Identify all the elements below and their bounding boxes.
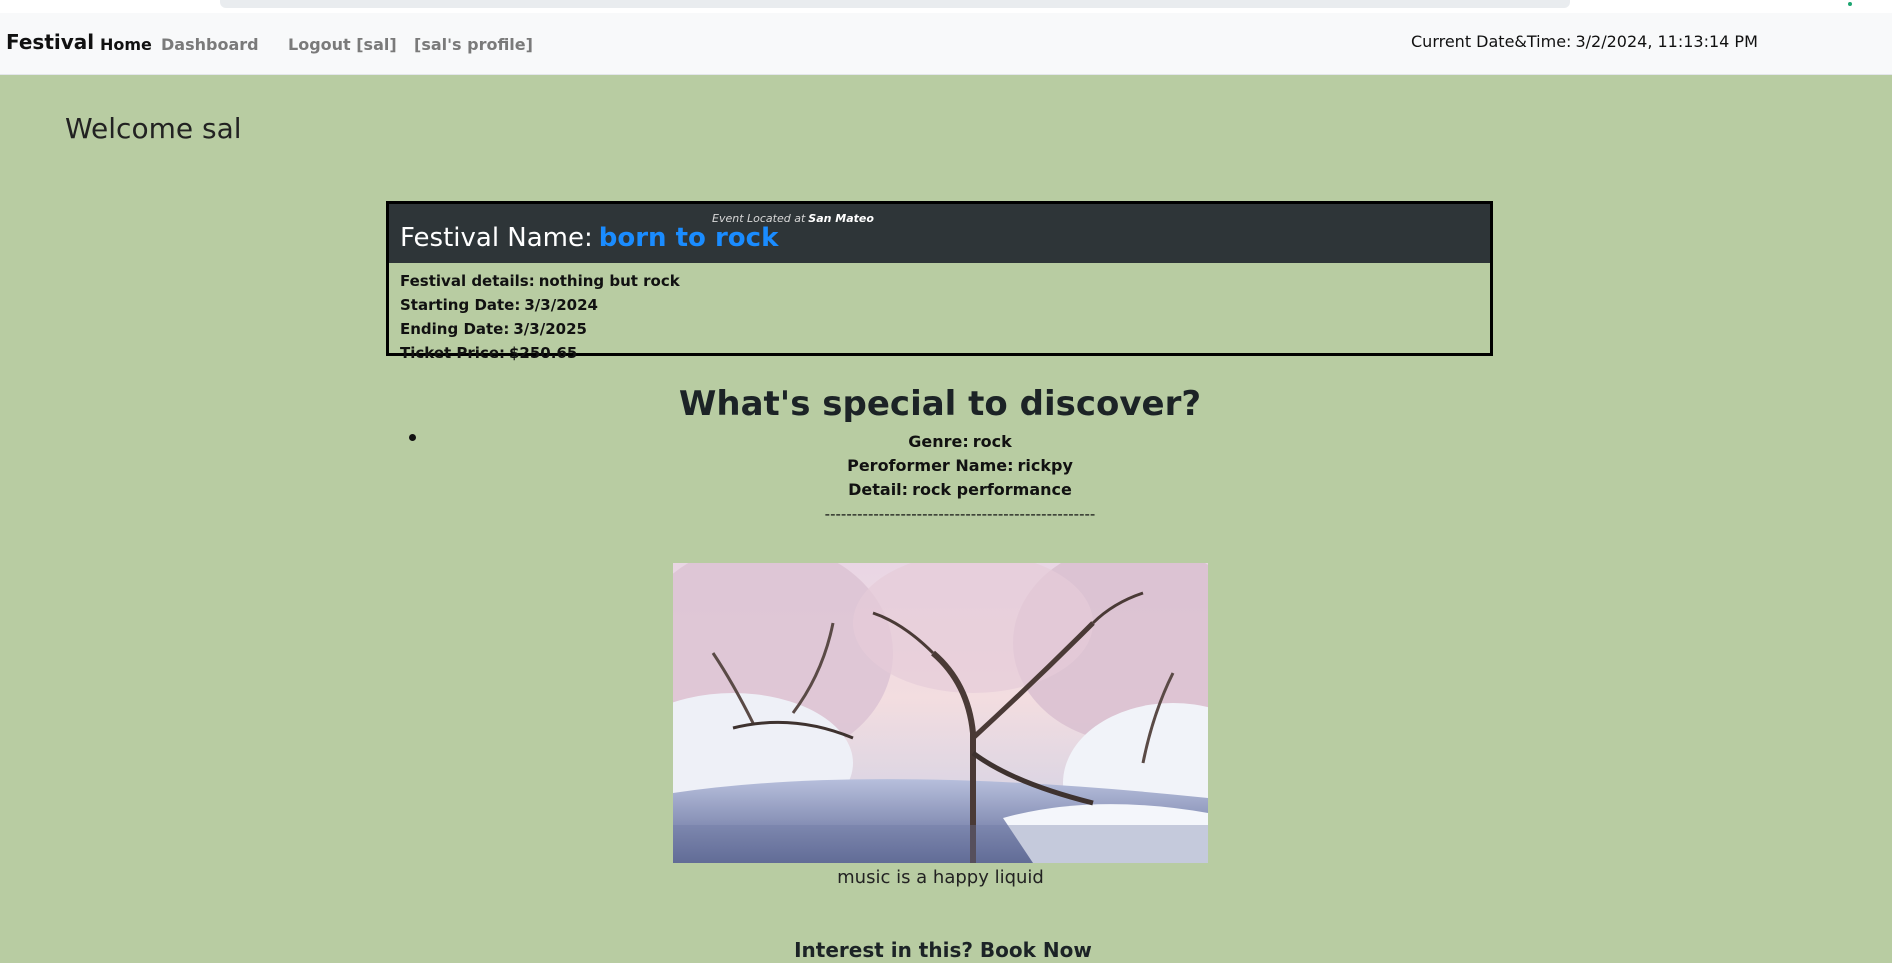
start-value: 3/3/2024 (524, 296, 598, 314)
ticket-price-row: Ticket Price: $250.65 (400, 341, 1479, 365)
end-label: Ending Date: (400, 320, 510, 338)
festival-name-row: Festival Name: born to rock (400, 223, 778, 253)
festival-location: Event Located at San Mateo (712, 212, 874, 225)
book-now-link[interactable]: Interest in this? Book Now (0, 938, 1886, 962)
location-label: Event Located at (712, 212, 806, 225)
festival-name-label: Festival Name: (400, 223, 593, 253)
browser-top-strip (0, 0, 1892, 14)
performer-row: Peroformer Name: rickpy (0, 456, 1892, 475)
detail-row: Detail: rock performance (0, 480, 1892, 499)
detail-label: Detail: (848, 480, 909, 499)
festival-photo (673, 563, 1208, 863)
ending-date-row: Ending Date: 3/3/2025 (400, 317, 1479, 341)
discover-heading: What's special to discover? (678, 384, 1202, 424)
price-label: Ticket Price: (400, 344, 505, 362)
nav-logout-link[interactable]: Logout [sal] (288, 35, 397, 54)
details-label: Festival details: (400, 272, 535, 290)
status-dot-icon (1848, 2, 1852, 6)
nav-home-link[interactable]: Home (100, 35, 152, 54)
start-label: Starting Date: (400, 296, 521, 314)
genre-row: Genre: rock (0, 432, 1892, 451)
nav-profile-link[interactable]: [sal's profile] (414, 35, 533, 54)
detail-value: rock performance (912, 480, 1072, 499)
address-bar[interactable] (220, 0, 1570, 8)
datetime-label: Current Date&Time: (1411, 32, 1572, 51)
datetime-value: 3/2/2024, 11:13:14 PM (1575, 32, 1758, 51)
location-value: San Mateo (808, 212, 874, 225)
festival-name[interactable]: born to rock (599, 223, 779, 253)
genre-label: Genre: (908, 432, 969, 451)
festival-card: Festival Name: born to rock Event Located… (386, 201, 1493, 362)
starting-date-row: Starting Date: 3/3/2024 (400, 293, 1479, 317)
winter-landscape-image (673, 563, 1208, 863)
welcome-message: Welcome sal (65, 112, 242, 145)
photo-caption: music is a happy liquid (837, 867, 1044, 888)
festival-details-row: Festival details: nothing but rock (400, 269, 1479, 293)
genre-value: rock (972, 432, 1012, 451)
end-value: 3/3/2025 (513, 320, 587, 338)
performer-label: Peroformer Name: (847, 456, 1014, 475)
price-value: $250.65 (509, 344, 578, 362)
dashed-divider: ----------------------------------------… (824, 505, 1096, 523)
details-value: nothing but rock (538, 272, 680, 290)
festival-card-header: Festival Name: born to rock Event Located… (389, 204, 1490, 263)
nav-dashboard-link[interactable]: Dashboard (161, 35, 259, 54)
current-datetime: Current Date&Time: 3/2/2024, 11:13:14 PM (1411, 32, 1758, 51)
performer-value: rickpy (1017, 456, 1073, 475)
festival-card-body: Festival details: nothing but rock Starti… (389, 263, 1490, 365)
navbar-brand[interactable]: Festival (6, 30, 94, 54)
navbar: Festival Home Dashboard Logout [sal] [sa… (0, 13, 1892, 75)
